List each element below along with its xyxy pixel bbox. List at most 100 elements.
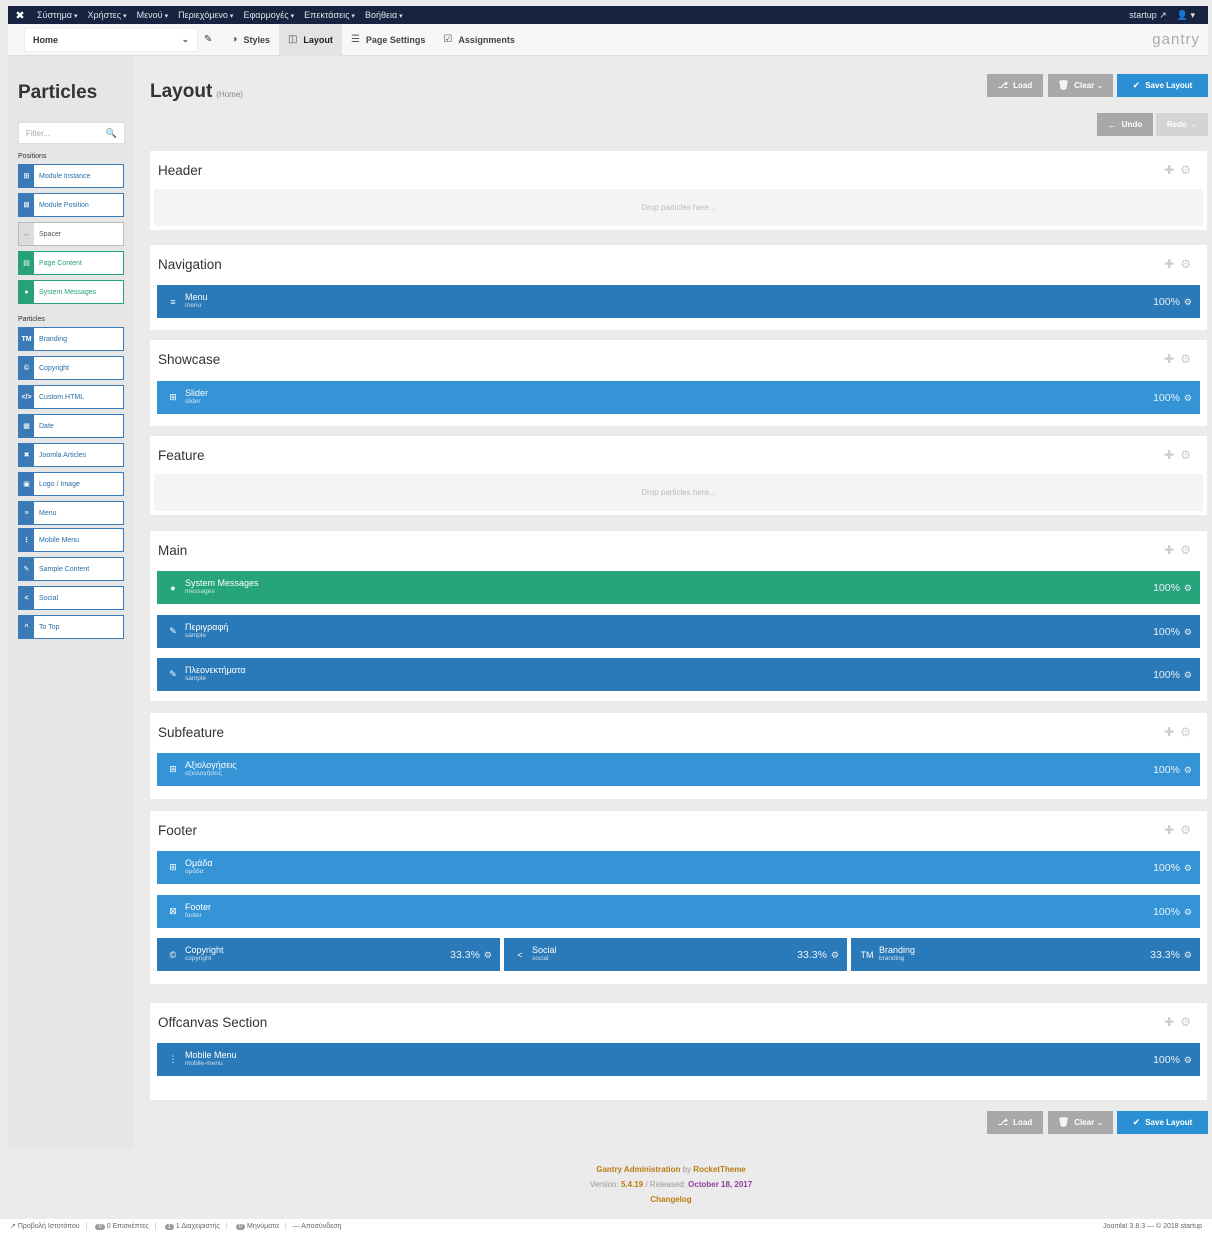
particle-row-menu[interactable]: ≡ Menu menu 100% ⚙: [157, 285, 1200, 318]
particle-row-mobile-menu[interactable]: ⋮ Mobile Menu mobile-menu 100% ⚙: [157, 1043, 1200, 1076]
file-icon: ▤: [19, 252, 34, 274]
menu-help[interactable]: Βοήθεια ▾: [365, 10, 403, 20]
drop-zone[interactable]: Drop particles here...: [154, 189, 1203, 226]
particle-row-footer[interactable]: ⊠ Footer footer 100% ⚙: [157, 895, 1200, 928]
add-icon[interactable]: ✚: [1164, 1015, 1180, 1029]
particle-spacer[interactable]: ↔ Spacer: [18, 222, 124, 246]
section-subfeature: Subfeature ✚⚙ ⊞ Αξιολογήσεις αξιολογήσεις…: [150, 713, 1207, 799]
tab-page-settings[interactable]: ☰ Page Settings: [342, 24, 434, 56]
particle-page-content[interactable]: ▤ Page Content: [18, 251, 124, 275]
site-link[interactable]: startup ↗: [1129, 10, 1167, 21]
particle-sample-content[interactable]: ✎ Sample Content: [18, 557, 124, 581]
load-button[interactable]: ⎇ Load: [987, 74, 1043, 97]
gear-icon[interactable]: ⚙: [484, 950, 492, 960]
gear-icon[interactable]: ⚙: [1184, 670, 1192, 680]
menu-menus[interactable]: Μενού ▾: [137, 10, 168, 20]
view-site-link[interactable]: ↗ Προβολή Ιστοτόπου: [10, 1222, 80, 1230]
menu-content[interactable]: Περιεχόμενο ▾: [178, 10, 233, 20]
gear-icon[interactable]: ⚙: [1184, 765, 1192, 775]
add-icon[interactable]: ✚: [1164, 823, 1180, 837]
particle-row-social[interactable]: < Social social 33.3% ⚙: [504, 938, 847, 971]
messages-status[interactable]: 0 Μηνύματα: [234, 1223, 279, 1230]
gear-icon[interactable]: ⚙: [1184, 950, 1192, 960]
gear-icon[interactable]: ⚙: [1180, 163, 1197, 177]
module-position-icon: ⊠: [169, 906, 177, 916]
joomla-logo-icon[interactable]: ✖: [8, 9, 32, 22]
particles-sidebar: Particles Filter... 🔍 Positions ⊞ Module …: [8, 56, 134, 1149]
tab-layout[interactable]: ◫ Layout: [278, 23, 342, 56]
add-icon[interactable]: ✚: [1164, 163, 1180, 177]
changelog-link[interactable]: Changelog: [650, 1195, 691, 1204]
particle-branding[interactable]: TM Branding: [18, 327, 124, 351]
load-button-bottom[interactable]: ⎇ Load: [987, 1111, 1043, 1134]
gear-icon[interactable]: ⚙: [1184, 907, 1192, 917]
gear-icon[interactable]: ⚙: [1184, 627, 1192, 637]
drop-zone[interactable]: Drop particles here...: [154, 474, 1203, 511]
section-title: Offcanvas Section: [158, 1015, 268, 1030]
menu-components[interactable]: Εφαρμογές ▾: [243, 10, 294, 20]
gear-icon[interactable]: ⚙: [1180, 823, 1197, 837]
gear-icon[interactable]: ⚙: [1184, 583, 1192, 593]
add-icon[interactable]: ✚: [1164, 257, 1180, 271]
save-layout-button[interactable]: ✔ Save Layout: [1117, 74, 1208, 97]
logout-link[interactable]: — Αποσύνδεση: [293, 1223, 342, 1230]
admins-status[interactable]: 11 Διαχειριστής: [163, 1223, 220, 1230]
particle-menu[interactable]: ≡ Menu: [18, 501, 124, 525]
particle-row-advantages[interactable]: ✎ Πλεονεκτήματα sample 100% ⚙: [157, 658, 1200, 691]
undo-button[interactable]: ← Undo: [1097, 113, 1153, 136]
gear-icon[interactable]: ⚙: [1180, 257, 1197, 271]
menu-system[interactable]: Σύστημα ▾: [37, 10, 78, 20]
gear-icon[interactable]: ⚙: [1180, 543, 1197, 557]
template-select[interactable]: Home ⌄: [24, 27, 198, 52]
width-percent: 100% ⚙: [1153, 861, 1192, 874]
particle-copyright[interactable]: © Copyright: [18, 356, 124, 380]
edit-pencil-icon[interactable]: ✎: [204, 34, 212, 45]
user-menu-icon[interactable]: 👤 ▾: [1177, 10, 1195, 21]
particle-row-team[interactable]: ⊞ Ομάδα ομάδα 100% ⚙: [157, 851, 1200, 884]
gear-icon[interactable]: ⚙: [1184, 393, 1192, 403]
particle-joomla-articles[interactable]: ✖ Joomla Articles: [18, 443, 124, 467]
gear-icon[interactable]: ⚙: [1184, 297, 1192, 307]
clear-button-bottom[interactable]: 🗑 Clear ⌄: [1048, 1111, 1113, 1134]
bars-icon: ≡: [170, 296, 176, 307]
gear-icon[interactable]: ⚙: [1184, 1055, 1192, 1065]
particle-logo-image[interactable]: ▣ Logo / Image: [18, 472, 124, 496]
particle-row-slider[interactable]: ⊞ Slider slider 100% ⚙: [157, 381, 1200, 414]
menu-users[interactable]: Χρήστες ▾: [88, 10, 127, 20]
particle-date[interactable]: ▦ Date: [18, 414, 124, 438]
add-icon[interactable]: ✚: [1164, 725, 1180, 739]
add-icon[interactable]: ✚: [1164, 543, 1180, 557]
gear-icon[interactable]: ⚙: [1180, 352, 1197, 366]
particle-row-reviews[interactable]: ⊞ Αξιολογήσεις αξιολογήσεις 100% ⚙: [157, 753, 1200, 786]
redo-button[interactable]: Redo →: [1156, 113, 1208, 136]
particle-row-branding[interactable]: TM Branding branding 33.3% ⚙: [851, 938, 1200, 971]
particle-module-instance[interactable]: ⊞ Module Instance: [18, 164, 124, 188]
add-icon[interactable]: ✚: [1164, 352, 1180, 366]
add-icon[interactable]: ✚: [1164, 448, 1180, 462]
particle-module-position[interactable]: ⊠ Module Position: [18, 193, 124, 217]
gear-icon[interactable]: ⚙: [1180, 725, 1197, 739]
particle-social[interactable]: < Social: [18, 586, 124, 610]
edit-icon: ✎: [169, 626, 177, 636]
particle-row-system-messages[interactable]: ● System Messages messages 100% ⚙: [157, 571, 1200, 604]
gear-icon[interactable]: ⚙: [1184, 863, 1192, 873]
menu-extensions[interactable]: Επεκτάσεις ▾: [304, 10, 355, 20]
tab-assignments[interactable]: ☑ Assignments: [434, 24, 523, 56]
checkbox-icon: ☑: [443, 34, 453, 45]
particle-custom-html[interactable]: </> Custom HTML: [18, 385, 124, 409]
gear-icon[interactable]: ⚙: [1180, 448, 1197, 462]
gear-icon[interactable]: ⚙: [1180, 1015, 1197, 1029]
edit-icon: ✎: [169, 669, 177, 679]
copyright-icon: ©: [19, 357, 34, 379]
particle-system-messages[interactable]: ● System Messages: [18, 280, 124, 304]
filter-input[interactable]: Filter... 🔍: [18, 122, 125, 144]
particle-to-top[interactable]: ^ To Top: [18, 615, 124, 639]
gear-icon[interactable]: ⚙: [831, 950, 839, 960]
save-layout-button-bottom[interactable]: ✔ Save Layout: [1117, 1111, 1208, 1134]
tab-styles[interactable]: ◑ Styles: [222, 24, 279, 56]
particle-row-description[interactable]: ✎ Περιγραφή sample 100% ⚙: [157, 615, 1200, 648]
particle-mobile-menu[interactable]: ⋮ Mobile Menu: [18, 528, 124, 552]
particle-row-copyright[interactable]: © Copyright copyright 33.3% ⚙: [157, 938, 500, 971]
clear-button[interactable]: 🗑 Clear ⌄: [1048, 74, 1113, 97]
visitors-status[interactable]: 00 Επισκέπτες: [93, 1223, 149, 1230]
